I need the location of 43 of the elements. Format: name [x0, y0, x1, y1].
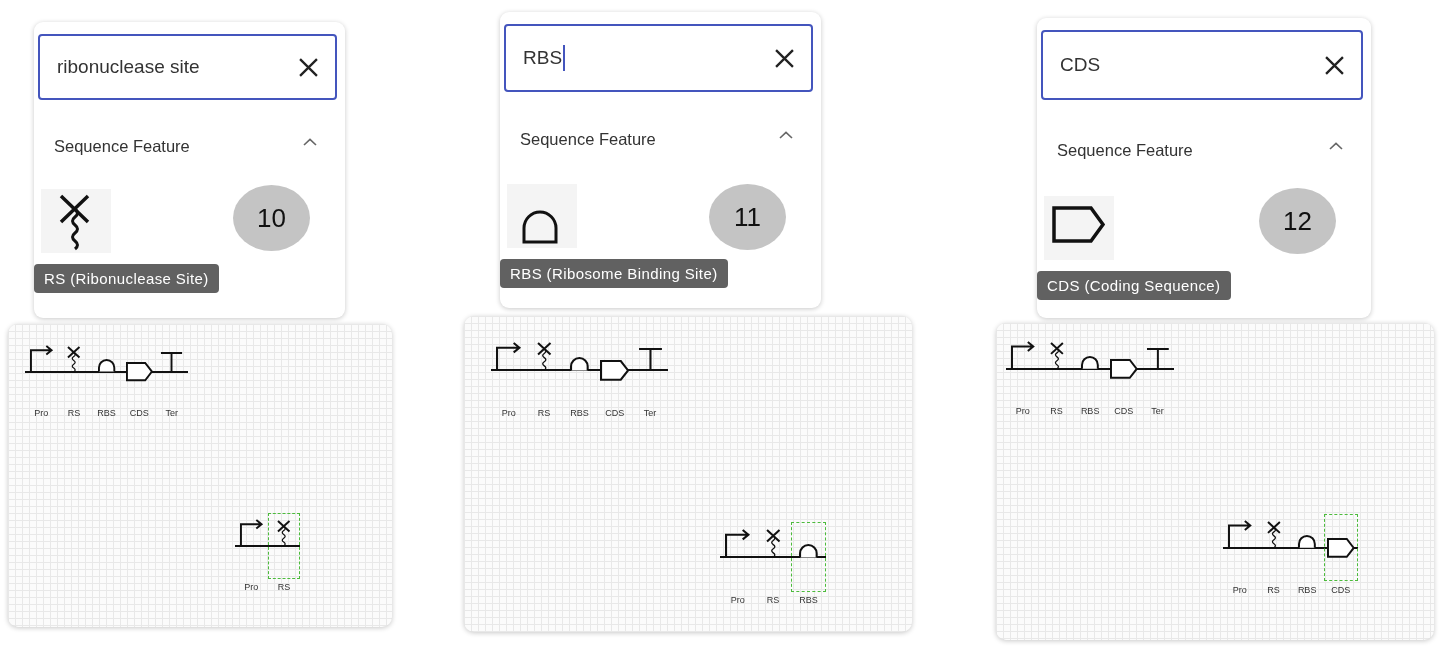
part-label: RBS [570, 407, 589, 419]
close-icon [775, 48, 794, 68]
part-label: RBS [1297, 584, 1317, 596]
search-field[interactable]: ribonuclease site [38, 34, 337, 100]
part-label: RS [1267, 584, 1280, 596]
part-label: RBS [97, 408, 116, 420]
category-header[interactable]: Sequence Feature [1041, 122, 1363, 178]
category-header[interactable]: Sequence Feature [504, 111, 813, 167]
part-label: Pro [730, 594, 745, 606]
category-header[interactable]: Sequence Feature [38, 118, 337, 174]
part-label: Pro [34, 408, 49, 420]
part-label: CDS [129, 408, 149, 420]
step-number: 10 [233, 185, 310, 251]
cross-squiggle-icon [277, 519, 291, 547]
close-icon [299, 57, 318, 77]
tooltip: CDS (Coding Sequence) [1037, 271, 1231, 300]
step-number: 11 [709, 184, 786, 250]
part-label: Ter [165, 408, 179, 420]
search-field[interactable]: RBS [504, 24, 813, 92]
part-label: Pro [501, 407, 516, 419]
part-label: Pro [244, 582, 259, 594]
backbone-line [235, 544, 301, 547]
part-label: RS [67, 408, 81, 420]
cross-squiggle-icon[interactable] [41, 189, 111, 253]
search-field[interactable]: CDS [1041, 30, 1363, 100]
part-label: RS [537, 407, 551, 419]
step-number: 12 [1259, 188, 1336, 254]
close-icon [1325, 55, 1344, 75]
part-label: CDS [605, 407, 625, 419]
part-label: RS [766, 594, 780, 606]
part-label: Ter [643, 407, 657, 419]
tooltip: RS (Ribonuclease Site) [34, 264, 219, 293]
part-label: RBS [799, 594, 818, 606]
part-label: RS [277, 582, 291, 594]
part-label: Pro [1232, 584, 1247, 596]
part-label: RBS [1080, 405, 1100, 417]
part-label: Ter [1151, 405, 1164, 417]
part-label: CDS [1331, 584, 1351, 596]
part-label: CDS [1114, 405, 1134, 417]
part-label: Pro [1015, 405, 1030, 417]
part-label: RS [1050, 405, 1063, 417]
tooltip: RBS (Ribosome Binding Site) [500, 259, 728, 288]
pentagon-arrow-icon [1326, 537, 1356, 558]
